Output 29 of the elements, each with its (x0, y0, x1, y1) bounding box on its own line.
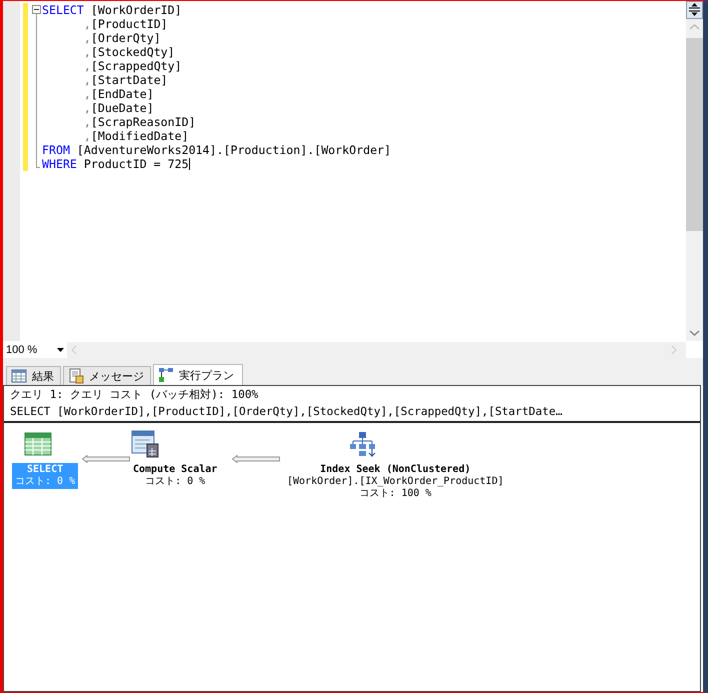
code-line: ,[DueDate] (82, 101, 154, 115)
tab[interactable]: メッセージ (63, 366, 151, 385)
query-text: SELECT [WorkOrderID],[ProductID],[OrderQty],[StockedQty],[ScrappedQty],[StartDate… (4, 403, 700, 423)
code-line: ,[ProductID] (82, 17, 168, 31)
code-line: ,[ScrappedQty] (82, 59, 182, 73)
scrollbar-thumb[interactable] (686, 38, 703, 231)
diagram-icon (158, 367, 174, 383)
code-line: SELECT [WorkOrderID] (42, 3, 182, 17)
code-line: ,[ModifiedDate] (82, 129, 189, 143)
code-line: ,[EndDate] (82, 87, 154, 101)
tab[interactable]: 実行プラン (153, 364, 243, 385)
code-line: FROM [AdventureWorks2014].[Production].[WorkOrder] (42, 143, 392, 157)
code-line: ,[ScrapReasonID] (82, 115, 196, 129)
grid-icon (11, 368, 27, 384)
split-button[interactable] (686, 1, 703, 19)
operator-label[interactable]: Compute Scalar コスト: 0 % (130, 463, 220, 489)
tab[interactable]: 結果 (6, 366, 61, 385)
flow-arrow (82, 455, 130, 463)
code-line: WHERE ProductID = 725 (42, 157, 190, 171)
caret-icon (57, 348, 64, 352)
hierarchy-icon[interactable] (347, 429, 377, 459)
collapse-icon[interactable] (32, 5, 40, 14)
operator-label[interactable]: Index Seek (NonClustered) [WorkOrder].[IX_WorkOrder_ProductID] コスト: 100 % (284, 463, 507, 501)
flow-arrow (232, 455, 280, 463)
calculator-table-icon[interactable] (130, 429, 160, 459)
code-line: ,[StockedQty] (82, 45, 175, 59)
code-line: ,[OrderQty] (82, 31, 161, 45)
query-cost-header: クエリ 1: クエリ コスト (バッチ相対): 100% (9, 387, 260, 403)
code-line: ,[StartDate] (82, 73, 168, 87)
